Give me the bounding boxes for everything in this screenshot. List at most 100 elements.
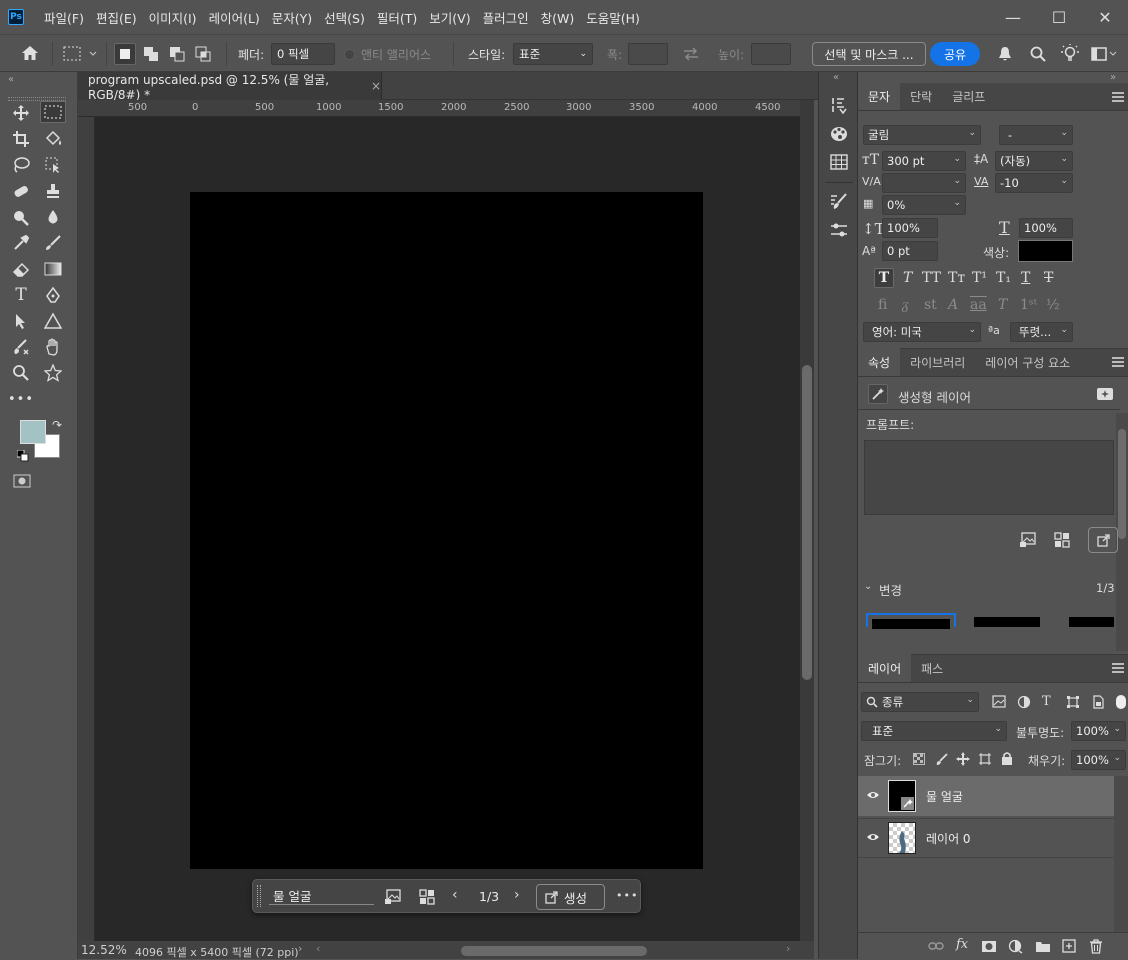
lock-artboard-icon[interactable] xyxy=(978,752,992,766)
leading-input[interactable]: (자동) ⌄ xyxy=(995,151,1073,171)
menu-file[interactable]: 파일(F) xyxy=(38,8,90,27)
filter-type-icon[interactable]: T xyxy=(1042,694,1051,709)
variation-thumb[interactable] xyxy=(1069,617,1114,627)
lasso-tool-icon[interactable] xyxy=(8,154,34,176)
tab-glyphs[interactable]: 글리프 xyxy=(942,82,995,110)
task-bar-grip[interactable] xyxy=(257,885,261,907)
horizontal-scroll-thumb[interactable] xyxy=(461,946,647,956)
visibility-eye-icon[interactable] xyxy=(858,789,888,803)
color-palette-icon[interactable] xyxy=(829,124,849,144)
object-selection-tool-icon[interactable] xyxy=(40,154,66,176)
ordinal-st-button[interactable]: 1ˢᵗ xyxy=(1020,297,1037,313)
filter-smart-object-icon[interactable] xyxy=(1091,695,1105,709)
layers-scrollbar[interactable] xyxy=(1114,776,1128,941)
language-select[interactable]: 영어: 미국 ⌄ xyxy=(863,322,981,342)
intersect-selection-icon[interactable] xyxy=(192,43,214,65)
gradient-tool-icon[interactable] xyxy=(40,258,66,280)
home-icon[interactable] xyxy=(20,44,42,64)
menu-filter[interactable]: 필터(T) xyxy=(371,8,423,27)
star-tool-icon[interactable] xyxy=(40,362,66,384)
healing-brush-tool-icon[interactable] xyxy=(8,180,34,202)
foreground-color-swatch[interactable] xyxy=(20,420,46,444)
swash-button[interactable]: st xyxy=(924,297,937,313)
subscript-button[interactable]: T₁ xyxy=(996,270,1011,286)
brush-tool-icon[interactable] xyxy=(40,232,66,254)
vertical-scale-input[interactable]: 100% xyxy=(882,218,938,238)
remove-tool-icon[interactable] xyxy=(8,336,34,358)
close-tab-icon[interactable]: × xyxy=(371,79,381,93)
lock-position-icon[interactable] xyxy=(956,752,970,766)
properties-scroll-thumb[interactable] xyxy=(1118,429,1126,539)
marquee-tool-icon[interactable] xyxy=(40,101,66,123)
fx-icon[interactable]: fx xyxy=(956,937,968,952)
layer-name[interactable]: 레이어 0 xyxy=(926,830,971,847)
scroll-right-icon[interactable]: › xyxy=(786,942,790,955)
menu-type[interactable]: 문자(Y) xyxy=(266,8,318,27)
more-options-icon[interactable]: ••• xyxy=(616,889,638,902)
variation-thumb[interactable] xyxy=(974,617,1040,627)
filter-toggle[interactable] xyxy=(1116,695,1126,709)
crop-tool-icon[interactable] xyxy=(8,128,34,150)
eraser-tool-icon[interactable] xyxy=(8,258,34,280)
link-layers-icon[interactable] xyxy=(928,940,944,952)
default-colors-icon[interactable] xyxy=(16,449,29,462)
panel-menu-icon[interactable] xyxy=(1112,357,1124,367)
next-variation-icon[interactable]: › xyxy=(514,887,520,903)
menu-edit[interactable]: 편집(E) xyxy=(90,8,143,27)
feather-input[interactable]: 0 픽셀 xyxy=(271,43,335,65)
layer-row-selected[interactable]: 물 얼굴 xyxy=(858,776,1114,816)
workspace-icon[interactable] xyxy=(1091,46,1117,62)
collapse-icon[interactable]: « xyxy=(8,74,14,85)
tab-character[interactable]: 문자 xyxy=(858,82,901,110)
kerning-input[interactable]: ⌄ xyxy=(882,173,966,193)
subtract-selection-icon[interactable] xyxy=(166,43,188,65)
share-button[interactable]: 공유 xyxy=(930,42,980,66)
titling-alt-button[interactable]: aa xyxy=(970,297,987,313)
superscript-button[interactable]: T¹ xyxy=(972,270,987,286)
vertical-scroll-thumb[interactable] xyxy=(802,365,812,680)
type-tool-icon[interactable]: T xyxy=(8,284,34,306)
marquee-preset-icon[interactable] xyxy=(62,45,100,63)
prompt-text[interactable]: 물 얼굴 xyxy=(273,886,311,905)
underline-button[interactable]: T xyxy=(1021,270,1030,286)
width-input[interactable] xyxy=(628,43,668,65)
move-tool-icon[interactable] xyxy=(8,102,34,124)
antialias-checkbox[interactable] xyxy=(344,49,355,60)
quick-mask-icon[interactable] xyxy=(13,474,31,488)
faux-bold-button[interactable]: T xyxy=(874,268,894,288)
pen-tool-icon[interactable] xyxy=(40,284,66,306)
chevron-down-icon[interactable]: ⌄ xyxy=(864,581,872,592)
menu-help[interactable]: 도움말(H) xyxy=(580,8,646,27)
adjustments-icon[interactable] xyxy=(829,220,849,240)
tab-layer-comps[interactable]: 레이어 구성 요소 xyxy=(975,348,1080,376)
tab-libraries[interactable]: 라이브러리 xyxy=(900,348,975,376)
menu-plugins[interactable]: 플러그인 xyxy=(477,8,535,27)
generate-button[interactable]: 생성 xyxy=(536,884,605,910)
lock-transparent-icon[interactable] xyxy=(913,753,925,765)
horizontal-scale-input[interactable]: 100% xyxy=(1019,218,1073,238)
menu-select[interactable]: 선택(S) xyxy=(318,8,371,27)
delete-layer-icon[interactable] xyxy=(1089,939,1103,954)
all-caps-button[interactable]: TT xyxy=(922,270,941,286)
zoom-tool-icon[interactable] xyxy=(8,362,34,384)
eyedropper-tool-icon[interactable] xyxy=(8,232,34,254)
tab-paragraph[interactable]: 단락 xyxy=(900,82,942,110)
generative-options-icon[interactable] xyxy=(1096,387,1114,401)
adjustment-layer-icon[interactable] xyxy=(1008,939,1023,954)
menu-layer[interactable]: 레이어(L) xyxy=(203,8,266,27)
strikethrough-button[interactable]: T xyxy=(1044,270,1053,286)
blur-tool-icon[interactable] xyxy=(40,206,66,228)
add-selection-icon[interactable] xyxy=(140,43,162,65)
shape-tool-icon[interactable] xyxy=(40,310,66,332)
tracking-input[interactable]: -10 ⌄ xyxy=(995,173,1073,193)
lock-pixels-icon[interactable] xyxy=(935,752,949,766)
filter-pixel-icon[interactable] xyxy=(992,695,1006,708)
generate-button[interactable] xyxy=(1088,527,1118,553)
prompt-textarea[interactable] xyxy=(864,440,1114,515)
menu-window[interactable]: 창(W) xyxy=(535,8,581,27)
menu-image[interactable]: 이미지(I) xyxy=(143,8,203,27)
lightbulb-icon[interactable] xyxy=(1061,44,1079,64)
swap-dimensions-icon[interactable] xyxy=(681,46,701,62)
path-selection-tool-icon[interactable] xyxy=(8,310,34,332)
layer-row[interactable]: 레이어 0 xyxy=(858,818,1114,858)
